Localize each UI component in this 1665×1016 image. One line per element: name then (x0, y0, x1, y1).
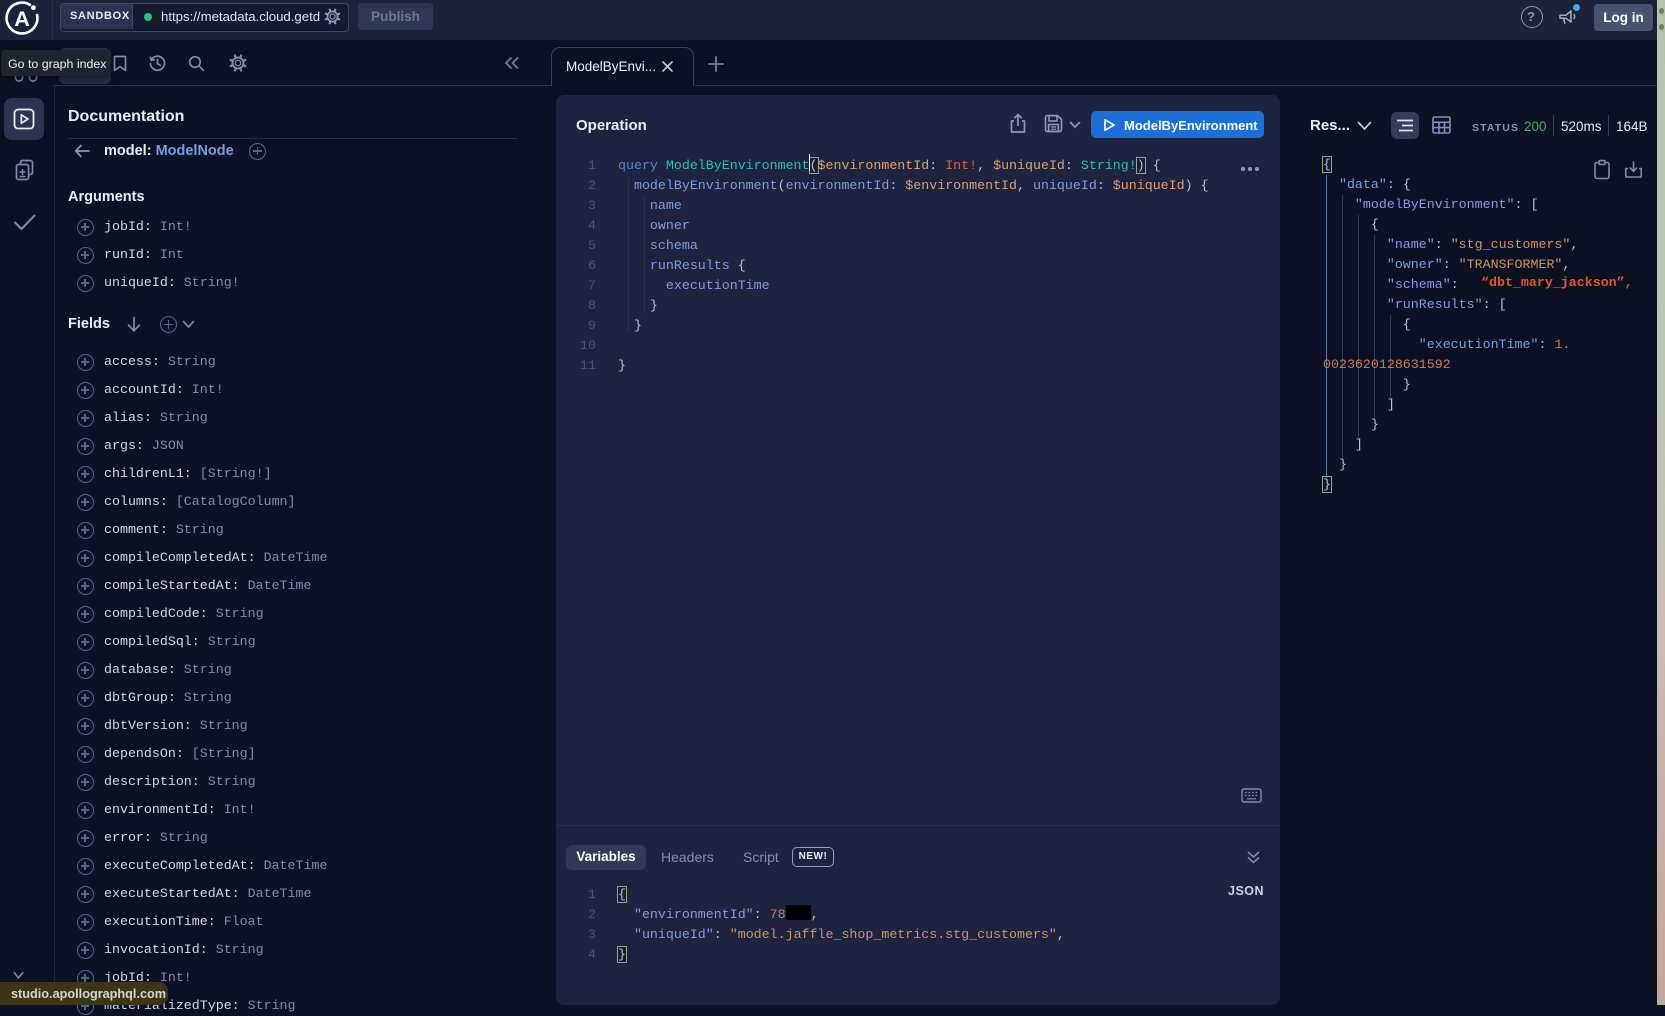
svg-text:A: A (14, 7, 30, 31)
